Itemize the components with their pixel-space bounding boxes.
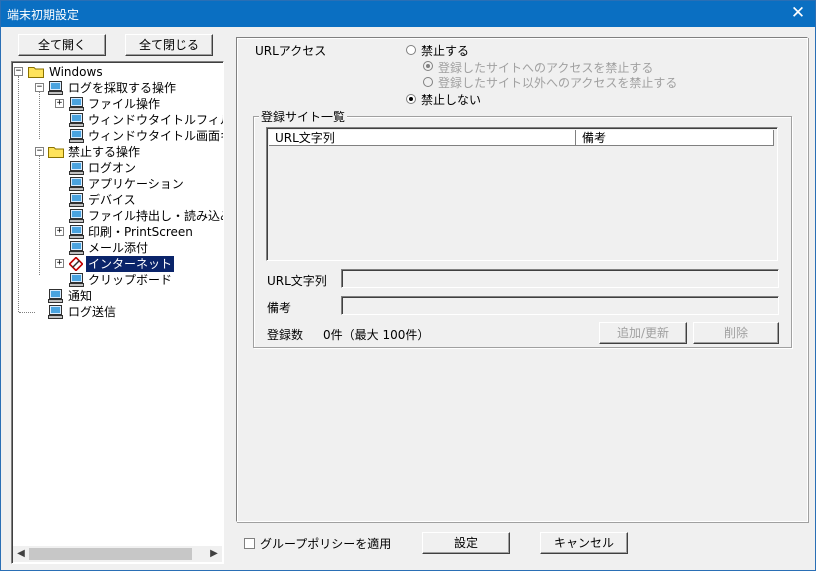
tree-node-print[interactable]: + 印刷・PrintScreen [12,224,222,240]
folder-icon [48,147,64,158]
scroll-right-icon[interactable]: ▶ [206,546,222,562]
ok-button[interactable]: 設定 [422,532,510,554]
computer-icon [69,273,84,287]
expand-icon[interactable]: + [55,259,64,268]
count-label: 登録数 [267,328,304,342]
collapse-all-button[interactable]: 全て閉じる [125,34,213,56]
scroll-left-icon[interactable]: ◀ [13,546,29,562]
add-update-label: 追加/更新 [616,326,670,340]
radio-block-registered[interactable] [423,61,433,71]
tree-horizontal-scrollbar[interactable]: ◀ ▶ [13,546,222,562]
column-header-url[interactable]: URL文字列 [269,130,576,146]
computer-icon [48,305,63,319]
note-input[interactable] [341,296,779,315]
prohibited-internet-icon [69,257,83,271]
tree-node-logon[interactable]: ログオン [12,160,222,176]
radio-block-unregistered[interactable] [423,77,433,87]
tree-node-windows[interactable]: − Windows [12,64,222,80]
registered-sites-title: 登録サイト一覧 [259,108,348,125]
add-update-button[interactable]: 追加/更新 [599,322,687,344]
tree-label: アプリケーション [88,177,184,191]
tree-label: ウィンドウタイトルフィルタ [88,113,223,127]
radio-allow-label[interactable]: 禁止しない [421,91,481,108]
tree-node-file-transfer[interactable]: ファイル持出し・読み込み [12,208,224,224]
tree-node-clipboard[interactable]: クリップボード [12,272,222,288]
url-field-label: URL文字列 [267,274,327,288]
computer-icon [69,177,84,191]
folder-icon [28,67,44,78]
collapse-all-label: 全て閉じる [138,38,199,52]
tree-label: Windows [49,65,103,79]
delete-button[interactable]: 削除 [693,322,779,344]
radio-prohibit-label[interactable]: 禁止する [421,42,469,59]
tree-label: ログを採取する操作 [68,81,177,95]
tree-label: 禁止する操作 [68,145,141,159]
computer-icon [69,209,84,223]
tree-label: メール添付 [88,241,149,255]
expand-icon[interactable]: + [55,227,64,236]
tree-node-file-ops[interactable]: + ファイル操作 [12,96,222,112]
radio-prohibit[interactable] [406,45,416,55]
computer-icon [69,241,84,255]
collapse-icon[interactable]: − [35,83,44,92]
tree-label: 印刷・PrintScreen [88,225,193,239]
delete-label: 削除 [723,326,748,340]
title-bar: 端末初期設定 ✕ [1,1,815,27]
radio-allow[interactable] [406,94,416,104]
tree-node-window-title-filter[interactable]: ウィンドウタイトルフィルタ [12,112,223,128]
tree-node-application[interactable]: アプリケーション [12,176,222,192]
expand-all-label: 全て開く [37,38,86,52]
group-policy-checkbox[interactable] [244,538,255,549]
tree-label: クリップボード [88,273,173,287]
computer-icon [69,161,84,175]
group-policy-label[interactable]: グループポリシーを適用 [260,535,391,552]
expand-all-button[interactable]: 全て開く [18,34,106,56]
url-input[interactable] [341,269,779,288]
tree-node-internet[interactable]: + インターネット [12,255,222,273]
tree-label: デバイス [88,193,136,207]
computer-icon [69,193,84,207]
expand-icon[interactable]: + [55,99,64,108]
settings-tree[interactable]: − Windows − ログを採取する操作 + ファイル操作 ウィンドウタイトル… [11,61,224,564]
tree-label: 通知 [68,289,93,303]
tree-node-prohibited-ops[interactable]: − 禁止する操作 [12,144,222,160]
tree-node-device[interactable]: デバイス [12,192,222,208]
computer-icon [48,81,63,95]
tree-label: ログオン [88,161,137,175]
count-value: 0件（最大 100件） [323,328,430,342]
radio-block-unregistered-label[interactable]: 登録したサイト以外へのアクセスを禁止する [438,74,677,91]
tree-node-window-title-capture[interactable]: ウィンドウタイトル画面キャ [12,128,223,144]
tree-node-log-send[interactable]: ログ送信 [12,304,222,320]
computer-icon [69,97,84,111]
tree-label: ウィンドウタイトル画面キャ [88,129,223,143]
tree-label: ログ送信 [68,305,117,319]
scrollbar-thumb[interactable] [29,548,192,560]
close-icon[interactable]: ✕ [781,1,815,27]
tree-label: ファイル持出し・読み込み [88,209,224,223]
tree-node-log-ops[interactable]: − ログを採取する操作 [12,80,222,96]
window-title: 端末初期設定 [7,8,80,22]
collapse-icon[interactable]: − [35,147,44,156]
computer-icon [69,225,84,239]
computer-icon [69,113,84,127]
note-field-label: 備考 [267,301,292,315]
tree-label: インターネット [84,255,176,273]
cancel-label: キャンセル [553,536,614,550]
column-header-note[interactable]: 備考 [576,130,774,146]
computer-icon [48,289,63,303]
computer-icon [69,129,84,143]
tree-node-notify[interactable]: 通知 [12,288,222,304]
url-access-label: URLアクセス [255,44,327,58]
collapse-icon[interactable]: − [14,67,23,76]
site-list-table[interactable]: URL文字列 備考 [266,127,778,261]
tree-node-mail-attach[interactable]: メール添付 [12,240,222,256]
dialog-window: 端末初期設定 ✕ 全て開く 全て閉じる − Windows − ログを採取する操… [0,0,816,571]
ok-label: 設定 [453,536,478,550]
tree-label: ファイル操作 [88,97,161,111]
cancel-button[interactable]: キャンセル [540,532,628,554]
